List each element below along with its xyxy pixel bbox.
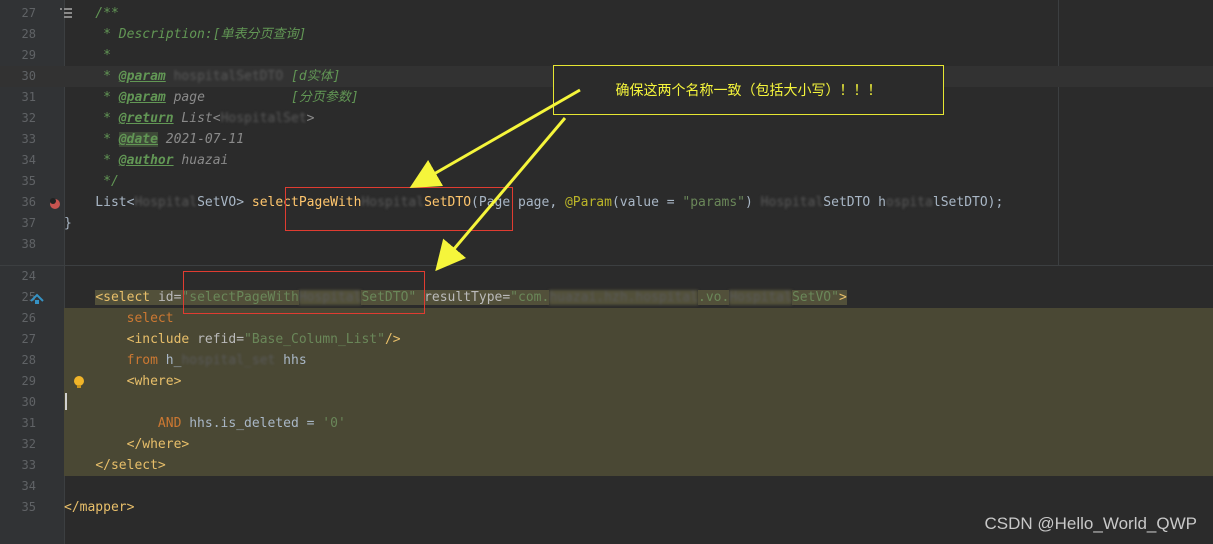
line-number: 38 [21,237,36,251]
code-line[interactable]: 29 * [0,45,1213,66]
line-number: 30 [21,395,36,409]
callout-text: 确保这两个名称一致（包括大小写）！！！ [615,83,882,99]
code-line[interactable]: 26 select [0,308,1213,329]
line-number: 24 [21,269,36,283]
code-text: /** [64,6,119,21]
line-number: 30 [21,69,36,83]
code-line[interactable]: 38 [0,234,1213,255]
code-line[interactable]: 35 */ [0,171,1213,192]
csdn-watermark: CSDN @Hello_World_QWP [984,514,1198,533]
code-line[interactable]: 24 [0,266,1213,287]
code-line[interactable]: 31 AND hhs.is_deleted = '0' [0,413,1213,434]
interface-editor-pane[interactable]: 27 /** 28 * Description:[单表分页查询] 29 * 30 * … [0,0,1213,265]
line-number: 36 [21,195,36,209]
code-line[interactable]: 25 <select id="selectPageWithHospitalSet… [0,287,1213,308]
line-number: 31 [21,416,36,430]
line-number: 32 [21,437,36,451]
code-text: <include refid="Base_Column_List"/> [126,332,401,347]
line-number: 28 [21,27,36,41]
code-text: */ [64,174,119,189]
mapper-xml-editor-pane[interactable]: 24 25 <select id="selectPageWithHospitalS… [0,266,1213,544]
bookmark-icon[interactable] [60,7,72,19]
method-name-highlight-box [285,187,513,231]
code-text: <select id="selectPageWithHospitalSetDTO… [95,290,847,305]
code-line[interactable]: 33 </select> [0,455,1213,476]
lightbulb-icon[interactable] [72,375,86,389]
annotation-callout: 确保这两个名称一致（包括大小写）！！！ [553,65,944,115]
code-text: * @return List<HospitalSet> [64,111,315,126]
code-text: </mapper> [64,500,135,515]
code-text: * @param hospitalSetDTO [d实体] [64,69,341,84]
code-text: * @param page [分页参数] [64,90,359,105]
line-number: 26 [21,311,36,325]
code-line[interactable]: 37} [0,213,1213,234]
code-text: List<HospitalSetVO> selectPageWithHospit… [64,195,1004,210]
code-line[interactable]: 27 /** [0,3,1213,24]
line-number: 27 [21,332,36,346]
code-text: * @author huazai [64,153,229,168]
code-line[interactable]: 34 [0,476,1213,497]
code-line[interactable]: 32 </where> [0,434,1213,455]
code-line[interactable]: 30 [0,392,1213,413]
line-number: 37 [21,216,36,230]
line-number: 31 [21,90,36,104]
code-text: AND hhs.is_deleted = '0' [157,416,346,431]
code-text: } [64,216,72,231]
code-line[interactable]: 28 * Description:[单表分页查询] [0,24,1213,45]
code-text: </where> [126,437,190,452]
code-line[interactable]: 33 * @date 2021-07-11 [0,129,1213,150]
code-line[interactable]: 28 from h_hospital_set hhs [0,350,1213,371]
code-line[interactable]: 36 List<HospitalSetVO> selectPageWithHos… [0,192,1213,213]
code-text: </select> [95,458,166,473]
mapper-link-icon[interactable] [30,292,44,306]
code-line[interactable]: 29 <where> [0,371,1213,392]
code-text: * [64,48,111,63]
line-number: 33 [21,458,36,472]
code-text: select [126,311,174,326]
debug-breakpoint-icon[interactable] [48,196,62,210]
line-number: 35 [21,174,36,188]
line-number: 29 [21,374,36,388]
line-number: 34 [21,479,36,493]
line-number: 33 [21,132,36,146]
code-text: from h_hospital_set hhs [126,353,307,368]
select-id-highlight-box [183,271,425,314]
line-number: 28 [21,353,36,367]
code-line[interactable]: 27 <include refid="Base_Column_List"/> [0,329,1213,350]
code-line[interactable]: 34 * @author huazai [0,150,1213,171]
line-number: 29 [21,48,36,62]
line-number: 32 [21,111,36,125]
code-text: * @date 2021-07-11 [64,132,245,147]
line-number: 34 [21,153,36,167]
code-text: * Description:[单表分页查询] [64,27,307,42]
line-number: 27 [21,6,36,20]
line-number: 35 [21,500,36,514]
text-caret [65,393,67,410]
